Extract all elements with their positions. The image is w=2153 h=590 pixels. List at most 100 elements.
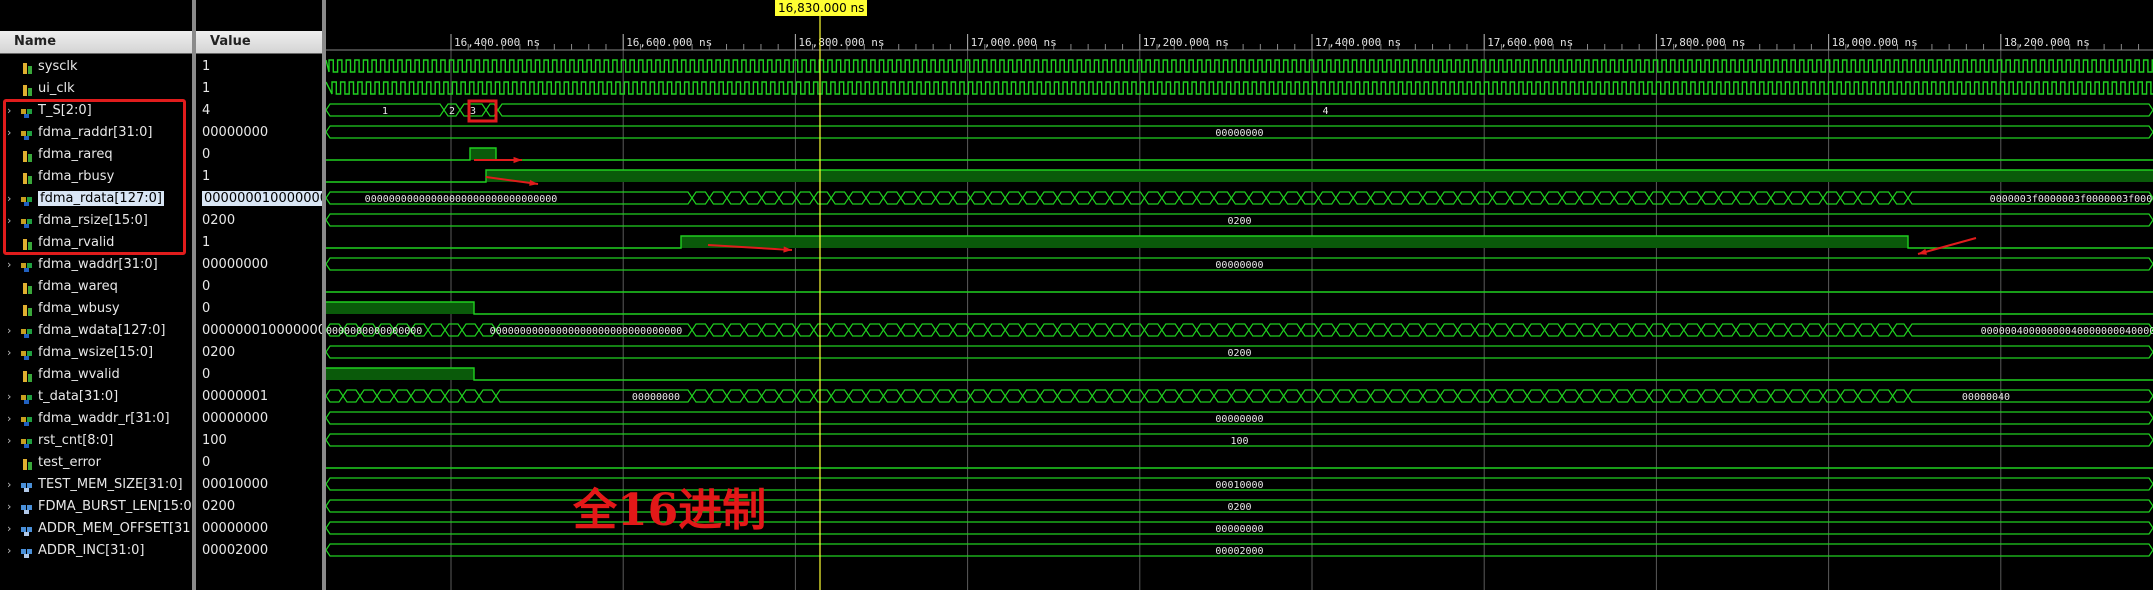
fdma_rdata-wave-segment: [987, 191, 1006, 205]
expand-chevron-icon[interactable]: ›: [7, 412, 11, 425]
t_data-wave-segment: [1300, 389, 1320, 403]
t_data-wave-segment: [1439, 389, 1459, 403]
signal-row-fdma_wsize[interactable]: › fdma_wsize[15:0]: [0, 342, 192, 364]
signal-row-fdma_burst_len[interactable]: › FDMA_BURST_LEN[15:0]: [0, 496, 197, 518]
fdma_rdata-wave-segment: [1787, 191, 1807, 205]
value-row-fdma_rdata[interactable]: 000000010000000: [196, 188, 328, 210]
value-row-fdma_wsize[interactable]: 0200: [196, 342, 324, 364]
name-column-header[interactable]: Name: [0, 31, 192, 54]
fdma_rdata-wave-segment: [1213, 191, 1233, 205]
fdma_wvalid-wave: [326, 367, 2153, 381]
t_data-wave-segment: [1665, 389, 1685, 403]
fdma_wdata-wave-segment: [1509, 323, 1528, 337]
signal-row-fdma_waddr[interactable]: › fdma_waddr[31:0]: [0, 254, 192, 276]
fdma_wvalid-wave-high-fill: [326, 368, 474, 380]
expand-chevron-icon[interactable]: ›: [7, 346, 11, 359]
fdma_rdata-wave-segment: [934, 191, 954, 205]
expand-chevron-icon[interactable]: ›: [7, 258, 11, 271]
value-row-test_error[interactable]: 0: [196, 452, 324, 474]
t_data-wave-segment: [1596, 389, 1615, 403]
value-row-t_s[interactable]: 4: [196, 100, 324, 122]
value-row-t_data[interactable]: 00000001: [196, 386, 324, 408]
value-row-fdma_rbusy[interactable]: 1: [196, 166, 324, 188]
t_data-wave-segment: [1717, 389, 1737, 403]
signal-row-sysclk[interactable]: sysclk: [0, 56, 192, 78]
t_data-wave-segment: [813, 389, 832, 403]
signal-row-test_error[interactable]: test_error: [0, 452, 192, 474]
fdma_rdata-wave-segment: [743, 191, 763, 205]
value-row-addr_inc[interactable]: 00002000: [196, 540, 324, 562]
fdma_wdata-wave-segment: [691, 323, 711, 337]
value-row-fdma_rareq[interactable]: 0: [196, 144, 324, 166]
time-tick-label: 18,000.000 ns: [1832, 36, 1918, 49]
fdma_rdata-wave-segment: [1161, 191, 1180, 205]
t_data-wave-segment: [726, 389, 745, 403]
fdma_wdata-wave-segment: [987, 323, 1006, 337]
expand-chevron-icon[interactable]: ›: [7, 324, 11, 337]
signal-row-fdma_waddr_r[interactable]: › fdma_waddr_r[31:0]: [0, 408, 192, 430]
expand-chevron-icon[interactable]: ›: [7, 434, 11, 447]
signal-value: 1: [202, 169, 211, 184]
value-row-sysclk[interactable]: 1: [196, 56, 324, 78]
signal-row-addr_mem_offset[interactable]: › ADDR_MEM_OFFSET[31:0]: [0, 518, 208, 540]
signal-row-fdma_wbusy[interactable]: fdma_wbusy: [0, 298, 192, 320]
test_mem_size-wave-value-label: 00010000: [1215, 480, 1263, 491]
value-row-fdma_burst_len[interactable]: 0200: [196, 496, 324, 518]
signal-row-fdma_wvalid[interactable]: fdma_wvalid: [0, 364, 192, 386]
t_data-wave-segment: [1630, 389, 1650, 403]
value-row-fdma_raddr[interactable]: 00000000: [196, 122, 324, 144]
addr_mem_offset-wave-value-label: 00000000: [1215, 524, 1263, 535]
signal-value-pane: Value 1 1 4 00000000 0 1 000000010000000 0200 1 0…: [196, 0, 328, 590]
signal-row-fdma_wdata[interactable]: › fdma_wdata[127:0]: [0, 320, 192, 342]
fdma_wdata-wave-segment: [1369, 323, 1389, 337]
value-row-rst_cnt[interactable]: 100: [196, 430, 324, 452]
value-row-fdma_wareq[interactable]: 0: [196, 276, 324, 298]
value-row-test_mem_size[interactable]: 00010000: [196, 474, 324, 496]
signal-row-rst_cnt[interactable]: › rst_cnt[8:0]: [0, 430, 192, 452]
t_data-wave-segment: [882, 389, 902, 403]
signal-row-addr_inc[interactable]: › ADDR_INC[31:0]: [0, 540, 192, 562]
signal-row-test_mem_size[interactable]: › TEST_MEM_SIZE[31:0]: [0, 474, 192, 496]
value-column-header[interactable]: Value: [196, 31, 324, 54]
value-row-fdma_wvalid[interactable]: 0: [196, 364, 324, 386]
fdma_rdata-wave-segment: [1509, 191, 1528, 205]
value-row-ui_clk[interactable]: 1: [196, 78, 324, 100]
addr_inc-wave-value-label: 00002000: [1215, 546, 1263, 557]
t_data-wave-segment: [359, 389, 378, 403]
value-row-fdma_waddr_r[interactable]: 00000000: [196, 408, 324, 430]
expand-chevron-icon[interactable]: ›: [7, 478, 11, 491]
value-row-fdma_rsize[interactable]: 0200: [196, 210, 324, 232]
fdma_wdata-wave-segment: [1387, 323, 1407, 337]
fdma_rdata-wave-segment: [1422, 191, 1441, 205]
t_data-wave-segment: [1422, 389, 1441, 403]
fdma_wdata-wave-segment: [1770, 323, 1789, 337]
signal-row-ui_clk[interactable]: ui_clk: [0, 78, 192, 100]
signal-value: 0: [202, 279, 211, 294]
expand-chevron-icon[interactable]: ›: [7, 544, 11, 557]
expand-chevron-icon[interactable]: ›: [7, 500, 11, 513]
signal-value: 0: [202, 301, 211, 316]
signal-row-fdma_wareq[interactable]: fdma_wareq: [0, 276, 192, 298]
t_data-wave-segment: [1352, 389, 1372, 403]
value-row-fdma_waddr[interactable]: 00000000: [196, 254, 324, 276]
value-row-fdma_wdata[interactable]: 000000010000000: [196, 320, 324, 342]
fdma_wdata-wave-segment: [1700, 323, 1720, 337]
value-row-addr_mem_offset[interactable]: 00000000: [196, 518, 324, 540]
fdma_rdata-wave-segment: [1839, 191, 1859, 205]
signal-value: 00000000: [202, 257, 269, 272]
t_data-wave-segment: [1091, 389, 1111, 403]
value-row-fdma_wbusy[interactable]: 0: [196, 298, 324, 320]
t_data-wave-segment: [1891, 389, 1909, 403]
fdma_rdata-wave-segment: [1091, 191, 1111, 205]
fdma_rdata-wave-segment: [900, 191, 919, 205]
fdma_rdata-wave-segment: [1300, 191, 1320, 205]
fdma_wdata-wave-segment: [917, 323, 937, 337]
expand-chevron-icon[interactable]: ›: [7, 522, 11, 535]
signal-row-t_data[interactable]: › t_data[31:0]: [0, 386, 192, 408]
signal-value: 0: [202, 147, 211, 162]
t_data-wave-segment: [1683, 389, 1702, 403]
t_data-wave-segment: [1404, 389, 1424, 403]
fdma_rdata-wave-segment: [1317, 191, 1337, 205]
expand-chevron-icon[interactable]: ›: [7, 390, 11, 403]
value-row-fdma_rvalid[interactable]: 1: [196, 232, 324, 254]
